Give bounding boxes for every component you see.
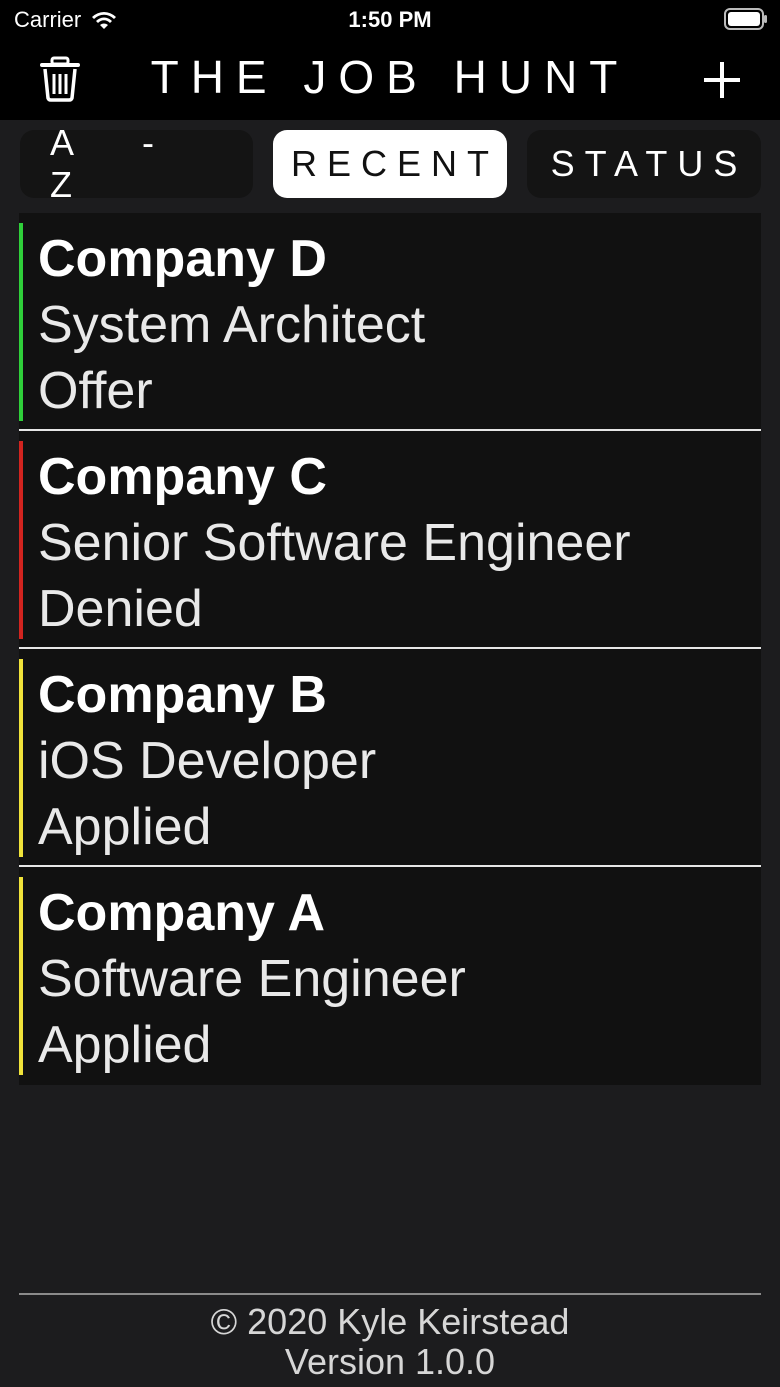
sort-tab-status[interactable]: STATUS — [527, 130, 761, 198]
job-role: Senior Software Engineer — [38, 514, 631, 572]
copyright-text: © 2020 Kyle Keirstead — [210, 1301, 570, 1342]
job-status: Denied — [38, 580, 203, 638]
job-role: iOS Developer — [38, 732, 377, 790]
navigation-bar: Carrier 1:50 PM THE JOB HUNT — [0, 0, 780, 120]
job-card[interactable]: Company A Software Engineer Applied — [19, 867, 761, 1085]
job-card[interactable]: Company D System Architect Offer — [19, 213, 761, 431]
company-name: Company A — [38, 884, 325, 942]
sort-tab-status-label: STATUS — [550, 143, 748, 184]
job-role: System Architect — [38, 296, 426, 354]
job-card[interactable]: Company C Senior Software Engineer Denie… — [19, 431, 761, 649]
status-color-bar — [19, 659, 23, 857]
plus-icon[interactable] — [700, 58, 744, 102]
sort-tab-az-label: A - Z — [50, 122, 185, 205]
job-role: Software Engineer — [38, 950, 466, 1008]
battery-icon — [724, 8, 767, 30]
job-status: Applied — [38, 1016, 212, 1074]
page-title: THE JOB HUNT — [150, 51, 630, 103]
sort-segmented-control: A - Z RECENT STATUS — [0, 122, 780, 205]
company-name: Company D — [38, 230, 327, 288]
clock: 1:50 PM — [348, 7, 432, 32]
footer: © 2020 Kyle Keirstead Version 1.0.0 — [0, 1302, 780, 1382]
sort-tab-recent[interactable]: RECENT — [273, 130, 507, 198]
status-color-bar — [19, 877, 23, 1075]
sort-tab-az[interactable]: A - Z — [20, 122, 253, 205]
status-bar: Carrier 1:50 PM — [0, 0, 780, 40]
job-list: Company D System Architect Offer Company… — [19, 213, 761, 1085]
job-status: Applied — [38, 798, 212, 856]
company-name: Company B — [38, 666, 327, 724]
footer-divider — [19, 1293, 761, 1295]
status-color-bar — [19, 223, 23, 421]
company-name: Company C — [38, 448, 327, 506]
job-status: Offer — [38, 362, 153, 420]
sort-tab-recent-label: RECENT — [290, 143, 499, 184]
version-text: Version 1.0.0 — [284, 1341, 496, 1382]
job-card[interactable]: Company B iOS Developer Applied — [19, 649, 761, 867]
status-color-bar — [19, 441, 23, 639]
